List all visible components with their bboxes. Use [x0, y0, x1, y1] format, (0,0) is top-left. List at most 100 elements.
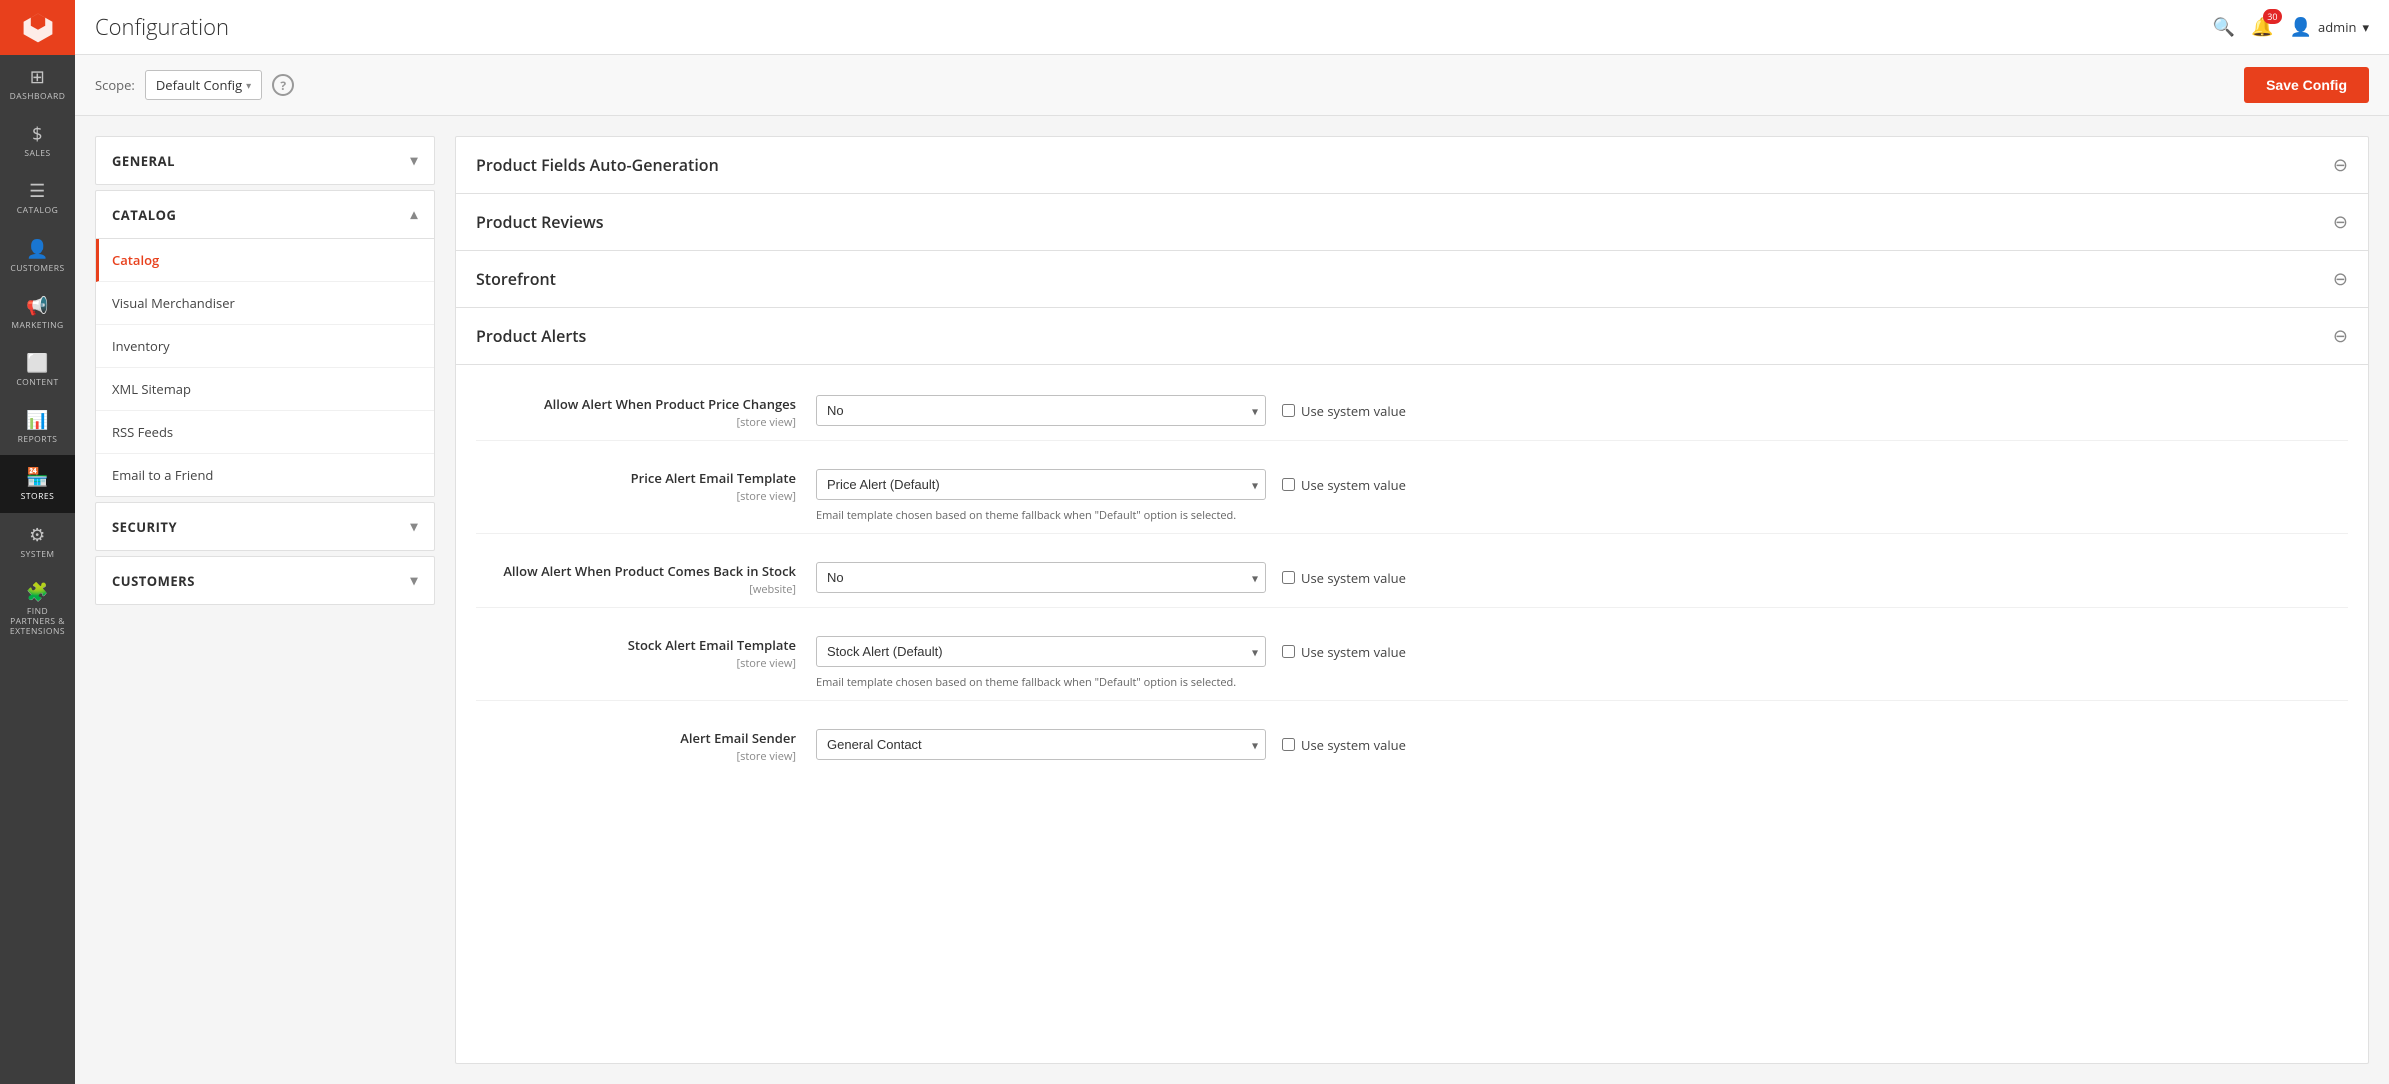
storefront-section-header[interactable]: Storefront ⊖ [456, 251, 2368, 308]
stock-alert-template-stack: Stock Alert (Default) ▾ Use system value… [816, 636, 2348, 690]
sidebar: ⊞ DASHBOARD $ SALES ☰ CATALOG 👤 CUSTOMER… [0, 0, 75, 1084]
panel-item-catalog[interactable]: Catalog [96, 239, 434, 282]
customers-section-header[interactable]: CUSTOMERS ▾ [96, 557, 434, 604]
price-alert-template-row: Price Alert (Default) ▾ Use system value [816, 469, 2348, 500]
sidebar-item-customers[interactable]: 👤 CUSTOMERS [0, 227, 75, 284]
alert-email-sender-system-value-label[interactable]: Use system value [1282, 736, 1406, 754]
panel-item-inventory[interactable]: Inventory [96, 325, 434, 368]
save-config-button[interactable]: Save Config [2244, 67, 2369, 103]
sidebar-item-system[interactable]: ⚙ SYSTEM [0, 513, 75, 570]
back-in-stock-label-col: Allow Alert When Product Comes Back in S… [476, 562, 816, 597]
product-reviews-section-header[interactable]: Product Reviews ⊖ [456, 194, 2368, 251]
notification-badge: 30 [2263, 9, 2281, 24]
panel-section-customers: CUSTOMERS ▾ [95, 556, 435, 605]
general-section-header[interactable]: GENERAL ▾ [96, 137, 434, 184]
dashboard-icon: ⊞ [30, 65, 46, 89]
sales-icon: $ [32, 122, 43, 146]
price-alert-template-system-value-checkbox[interactable] [1282, 478, 1295, 491]
customers-section-label: CUSTOMERS [112, 572, 195, 590]
security-section-header[interactable]: SECURITY ▾ [96, 503, 434, 550]
stock-alert-template-sublabel: [store view] [476, 656, 796, 671]
page-title: Configuration [95, 12, 2213, 42]
price-alert-template-select[interactable]: Price Alert (Default) [816, 469, 1266, 500]
stock-alert-template-help-text: Email template chosen based on theme fal… [816, 675, 2348, 690]
security-chevron-icon: ▾ [410, 517, 418, 536]
panel-section-general: GENERAL ▾ [95, 136, 435, 185]
sidebar-logo[interactable] [0, 0, 75, 55]
customers-chevron-icon: ▾ [410, 571, 418, 590]
left-panel: GENERAL ▾ CATALOG ▴ Catalog Visual Merch… [95, 136, 435, 1064]
catalog-chevron-icon: ▴ [410, 205, 418, 224]
notification-bell[interactable]: 🔔 30 [2251, 15, 2273, 39]
price-alert-template-system-value-text: Use system value [1301, 476, 1406, 494]
product-alerts-section-header[interactable]: Product Alerts ⊖ [456, 308, 2368, 365]
stock-alert-template-label: Stock Alert Email Template [476, 636, 796, 654]
price-alert-template-system-value-label[interactable]: Use system value [1282, 476, 1406, 494]
rss-feeds-label: RSS Feeds [112, 423, 173, 441]
alert-email-sender-system-value-text: Use system value [1301, 736, 1406, 754]
alert-email-sender-system-value-checkbox[interactable] [1282, 738, 1295, 751]
sidebar-item-label: SALES [24, 149, 50, 159]
panel-item-email-to-friend[interactable]: Email to a Friend [96, 454, 434, 496]
search-icon[interactable]: 🔍 [2213, 15, 2235, 39]
general-chevron-icon: ▾ [410, 151, 418, 170]
scope-left: Scope: Default Config ▾ ? [95, 70, 294, 100]
alert-email-sender-select[interactable]: General Contact [816, 729, 1266, 760]
price-changes-control-col: No Yes ▾ Use system value [816, 395, 2348, 426]
back-in-stock-system-value-checkbox[interactable] [1282, 571, 1295, 584]
back-in-stock-system-value-label[interactable]: Use system value [1282, 569, 1406, 587]
back-in-stock-select[interactable]: No Yes [816, 562, 1266, 593]
stock-alert-template-select-wrapper: Stock Alert (Default) ▾ [816, 636, 1266, 667]
storefront-toggle-icon: ⊖ [2333, 267, 2348, 291]
panel-item-rss-feeds[interactable]: RSS Feeds [96, 411, 434, 454]
back-in-stock-system-value-text: Use system value [1301, 569, 1406, 587]
help-icon[interactable]: ? [272, 74, 294, 96]
alert-email-sender-select-wrapper: General Contact ▾ [816, 729, 1266, 760]
topbar: Configuration 🔍 🔔 30 👤 admin ▾ [75, 0, 2389, 55]
admin-menu[interactable]: 👤 admin ▾ [2290, 15, 2369, 39]
sidebar-item-label: STORES [21, 492, 55, 502]
topbar-actions: 🔍 🔔 30 👤 admin ▾ [2213, 15, 2369, 39]
panel-item-visual-merchandiser[interactable]: Visual Merchandiser [96, 282, 434, 325]
price-changes-label-col: Allow Alert When Product Price Changes [… [476, 395, 816, 430]
sidebar-item-catalog[interactable]: ☰ CATALOG [0, 169, 75, 226]
price-changes-select[interactable]: No Yes [816, 395, 1266, 426]
email-to-friend-label: Email to a Friend [112, 466, 213, 484]
xml-sitemap-label: XML Sitemap [112, 380, 191, 398]
sidebar-item-dashboard[interactable]: ⊞ DASHBOARD [0, 55, 75, 112]
price-changes-sublabel: [store view] [476, 415, 796, 430]
product-reviews-title: Product Reviews [476, 211, 604, 233]
price-changes-system-value-checkbox[interactable] [1282, 404, 1295, 417]
price-changes-system-value-label[interactable]: Use system value [1282, 402, 1406, 420]
price-changes-select-wrapper: No Yes ▾ [816, 395, 1266, 426]
stock-alert-template-system-value-checkbox[interactable] [1282, 645, 1295, 658]
back-in-stock-select-wrapper: No Yes ▾ [816, 562, 1266, 593]
price-alert-template-sublabel: [store view] [476, 489, 796, 504]
product-alerts-title: Product Alerts [476, 325, 586, 347]
panel-item-xml-sitemap[interactable]: XML Sitemap [96, 368, 434, 411]
sidebar-item-marketing[interactable]: 📢 MARKETING [0, 284, 75, 341]
product-fields-section-header[interactable]: Product Fields Auto-Generation ⊖ [456, 137, 2368, 194]
scope-select[interactable]: Default Config ▾ [145, 70, 262, 100]
back-in-stock-sublabel: [website] [476, 582, 796, 597]
catalog-section-body: Catalog Visual Merchandiser Inventory XM… [96, 238, 434, 496]
main-content: Configuration 🔍 🔔 30 👤 admin ▾ Scope: De… [75, 0, 2389, 1084]
sidebar-item-extensions[interactable]: 🧩 FIND PARTNERS & EXTENSIONS [0, 570, 75, 648]
sidebar-item-content[interactable]: ⬜ CONTENT [0, 341, 75, 398]
stock-alert-template-select[interactable]: Stock Alert (Default) [816, 636, 1266, 667]
catalog-section-header[interactable]: CATALOG ▴ [96, 191, 434, 238]
stock-alert-template-system-value-label[interactable]: Use system value [1282, 643, 1406, 661]
stores-icon: 🏪 [26, 465, 49, 489]
customers-icon: 👤 [26, 237, 49, 261]
alert-email-sender-sublabel: [store view] [476, 749, 796, 764]
catalog-item-label: Catalog [112, 251, 159, 269]
form-row-back-in-stock: Allow Alert When Product Comes Back in S… [476, 552, 2348, 608]
sidebar-item-stores[interactable]: 🏪 STORES [0, 455, 75, 512]
sidebar-item-label: SYSTEM [20, 550, 54, 560]
catalog-section-label: CATALOG [112, 206, 176, 224]
scope-chevron-icon: ▾ [246, 78, 251, 92]
sidebar-item-reports[interactable]: 📊 REPORTS [0, 398, 75, 455]
sidebar-item-sales[interactable]: $ SALES [0, 112, 75, 169]
scope-value: Default Config [156, 76, 242, 94]
marketing-icon: 📢 [26, 294, 49, 318]
